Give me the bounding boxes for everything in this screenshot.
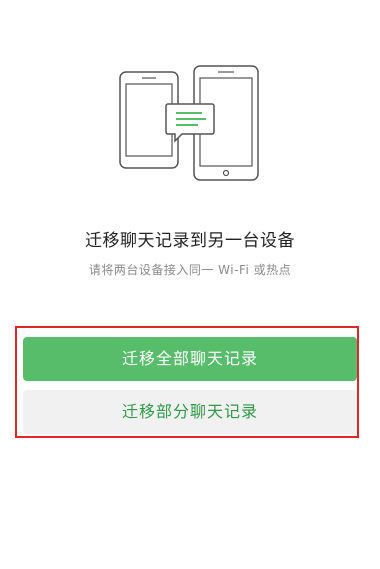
migrate-chat-page: 迁移聊天记录到另一台设备 请将两台设备接入同一 Wi-Fi 或热点 迁移全部聊天… — [0, 0, 380, 569]
phones-transfer-illustration — [119, 65, 259, 181]
migrate-all-button[interactable]: 迁移全部聊天记录 — [23, 337, 357, 381]
page-subtitle: 请将两台设备接入同一 Wi-Fi 或热点 — [88, 263, 292, 277]
migrate-partial-button[interactable]: 迁移部分聊天记录 — [23, 390, 357, 434]
page-title: 迁移聊天记录到另一台设备 — [85, 231, 295, 251]
